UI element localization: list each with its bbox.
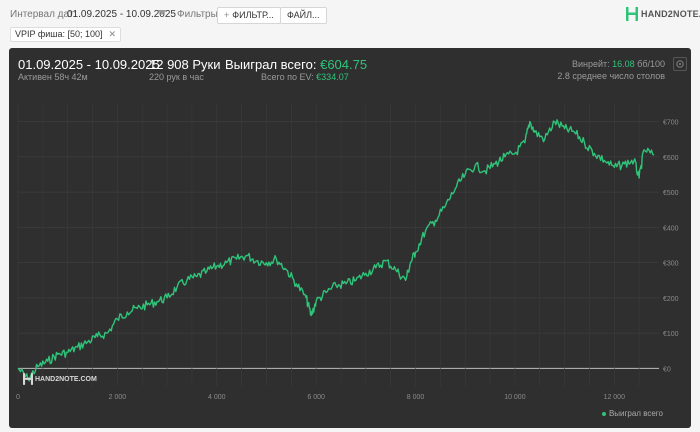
x-tick-label: 2 000: [109, 394, 127, 401]
y-tick-label: €500: [663, 190, 679, 197]
watermark-logo-icon: [23, 373, 33, 385]
active-filter-label: VPIP фиша: [50; 100]: [15, 29, 103, 39]
winrate-label: Винрейт:: [571, 59, 610, 69]
settings-button[interactable]: [673, 57, 687, 71]
toolbar: Интервал дат: 01.09.2025 - 10.09.2025 Фи…: [0, 0, 700, 28]
watermark-text: HAND2NOTE.COM: [35, 375, 97, 383]
y-tick-label: €200: [663, 296, 679, 303]
brand-name: HAND2NOTE.COM: [641, 9, 700, 19]
brand-logo: HAND2NOTE.COM: [626, 7, 700, 21]
filters-label: Фильтры:: [177, 9, 221, 20]
stats-hands: 12 908 Руки: [149, 57, 221, 72]
chevron-down-icon[interactable]: [158, 10, 166, 15]
x-tick-label: 4 000: [208, 394, 226, 401]
x-tick-label: 6 000: [307, 394, 325, 401]
hand2note-watermark: HAND2NOTE.COM: [23, 373, 97, 385]
x-tick-label: 12 000: [604, 394, 626, 401]
stats-active-time: Активен 58ч 42м: [18, 72, 88, 82]
winrate-unit: бб/100: [637, 59, 665, 69]
y-tick-label: €0: [663, 366, 671, 373]
chart-legend[interactable]: Выиграл всего: [601, 409, 663, 418]
add-filter-button[interactable]: + ФИЛЬТР...: [217, 7, 281, 24]
legend-item-won-total: Выиграл всего: [608, 409, 663, 418]
close-icon[interactable]: ✕: [109, 29, 117, 39]
y-tick-label: €700: [663, 120, 679, 127]
x-tick-label: 8 000: [407, 394, 425, 401]
stats-hands-per-hour: 220 рук в час: [149, 72, 204, 82]
won-value: €604.75: [320, 57, 368, 72]
stats-avg-tables: 2.8 среднее число столов: [557, 71, 665, 81]
add-filter-label: ФИЛЬТР...: [232, 10, 274, 20]
stats-ev-total: Всего по EV: €334.07: [261, 72, 349, 82]
profit-chart: 0 2 000 4 000 6 000 8 000 10 000 12 000 €0 €100…: [16, 104, 679, 401]
x-tick-label: 10 000: [504, 394, 526, 401]
file-filter-button[interactable]: ФАЙЛ...: [280, 7, 327, 24]
ev-value: €334.07: [316, 72, 349, 82]
hand2note-logo-icon: [626, 7, 638, 21]
stats-won-total: Выиграл всего: €604.75: [225, 57, 367, 72]
plus-icon: +: [224, 10, 230, 20]
stats-date-range: 01.09.2025 - 10.09.2025: [18, 57, 160, 72]
x-tick-label: 0: [16, 394, 20, 401]
y-tick-label: €300: [663, 261, 679, 268]
active-filter-chip[interactable]: VPIP фиша: [50; 100] ✕: [10, 27, 122, 42]
series-line-won-total: [17, 119, 655, 382]
legend-marker-icon: [601, 411, 606, 416]
y-tick-label: €100: [663, 331, 679, 338]
gear-icon: [676, 60, 684, 68]
graph-panel: 0 2 000 4 000 6 000 8 000 10 000 12 000 €0 €100…: [9, 48, 691, 428]
y-tick-label: €600: [663, 155, 679, 162]
winrate-value: 16.08: [612, 59, 635, 69]
y-tick-label: €400: [663, 225, 679, 232]
won-label: Выиграл всего:: [225, 57, 317, 72]
stats-winrate: Винрейт: 16.08 бб/100: [572, 59, 665, 69]
ev-label: Всего по EV:: [261, 72, 314, 82]
